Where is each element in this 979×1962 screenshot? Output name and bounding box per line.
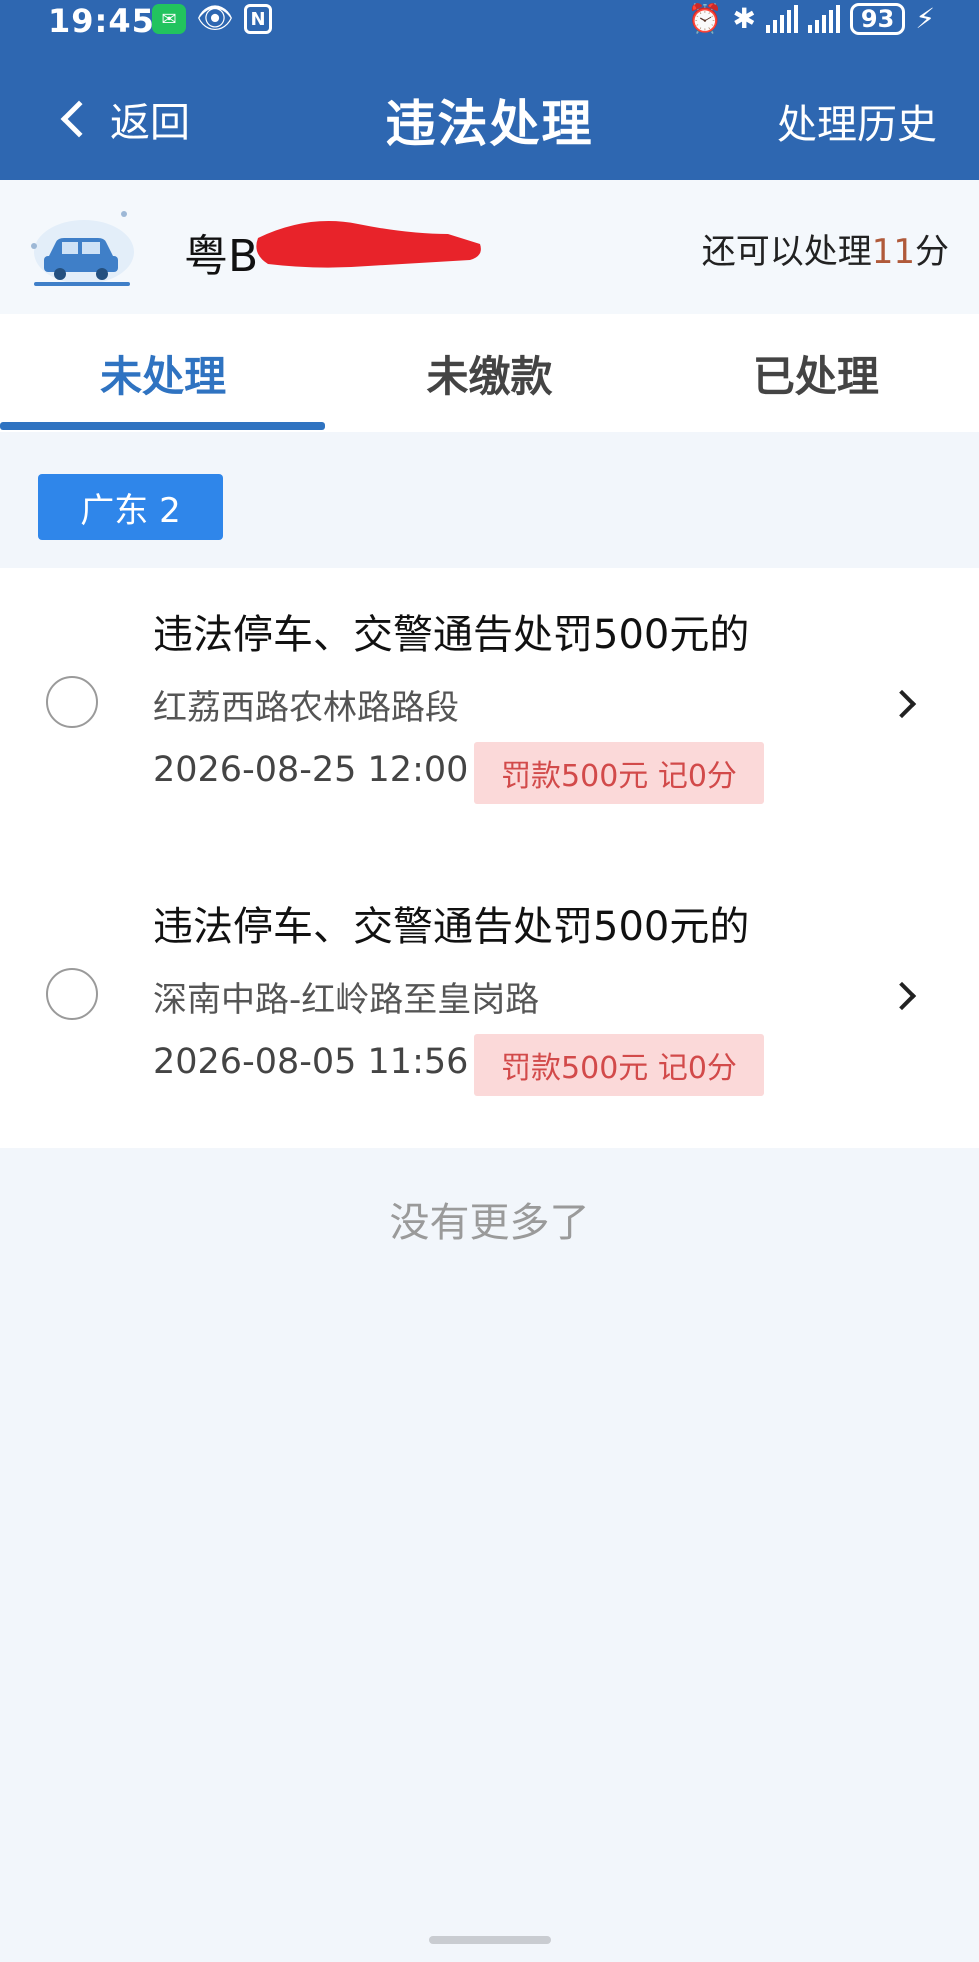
region-filter-chip[interactable]: 广东 2: [38, 474, 223, 540]
nfc-icon: N: [244, 4, 273, 34]
chevron-right-icon: [887, 689, 917, 719]
violation-item[interactable]: 违法停车、交警通告处罚500元的 深南中路-红岭路至皇岗路 2026-08-05…: [0, 858, 979, 1148]
penalty-badge: 罚款500元 记0分: [474, 1034, 764, 1096]
violation-title: 违法停车、交警通告处罚500元的: [153, 612, 750, 658]
charging-icon: ⚡: [915, 2, 935, 35]
select-radio[interactable]: [46, 676, 98, 728]
history-button[interactable]: 处理历史: [777, 92, 937, 150]
penalty-badge: 罚款500元 记0分: [474, 742, 764, 804]
status-time: 19:45: [48, 2, 155, 40]
vehicle-info: 粤B 还可以处理11分: [0, 180, 979, 314]
violation-location: 深南中路-红岭路至皇岗路: [153, 980, 540, 1020]
violation-location: 红荔西路农林路路段: [153, 688, 459, 728]
tab-unprocessed[interactable]: 未处理: [0, 314, 326, 432]
violation-datetime: 2026-08-25 12:00: [153, 750, 469, 790]
car-icon: [31, 211, 134, 286]
signal-icon: [765, 4, 798, 33]
points-value: 11: [871, 232, 915, 272]
violation-datetime: 2026-08-05 11:56: [153, 1042, 469, 1082]
home-indicator[interactable]: [429, 1936, 551, 1944]
redaction-scribble: [256, 221, 481, 268]
battery-indicator: 93: [849, 2, 906, 35]
tab-processed[interactable]: 已处理: [653, 314, 979, 432]
remaining-points: 还可以处理11分: [701, 232, 949, 272]
nav-bar: 返回 违法处理 处理历史: [0, 60, 979, 180]
select-radio[interactable]: [46, 968, 98, 1020]
app-header: 19:45 ✉ 👁 N ⏰ ✱ 93 ⚡ 返回 违法处理 处理历史: [0, 0, 979, 180]
violation-list: 违法停车、交警通告处罚500元的 红荔西路农林路路段 2026-08-25 12…: [0, 568, 979, 1148]
active-tab-indicator: [0, 422, 325, 430]
tab-bar: 未处理 未缴款 已处理: [0, 314, 979, 432]
status-left-icons: ✉ 👁 N: [152, 1, 273, 36]
alarm-icon: ⏰: [687, 2, 723, 35]
tab-unpaid[interactable]: 未缴款: [326, 314, 652, 432]
violation-title: 违法停车、交警通告处罚500元的: [153, 904, 750, 950]
status-right-icons: ⏰ ✱ 93 ⚡: [688, 2, 935, 35]
no-more-text: 没有更多了: [389, 1200, 590, 1246]
eye-icon: 👁: [196, 1, 235, 36]
status-bar: 19:45 ✉ 👁 N ⏰ ✱ 93 ⚡: [0, 0, 979, 44]
signal-icon-2: [807, 4, 840, 33]
wechat-icon: ✉: [152, 4, 186, 34]
bluetooth-icon: ✱: [732, 2, 756, 35]
chevron-right-icon: [887, 981, 917, 1011]
violation-item[interactable]: 违法停车、交警通告处罚500元的 红荔西路农林路路段 2026-08-25 12…: [0, 568, 979, 858]
